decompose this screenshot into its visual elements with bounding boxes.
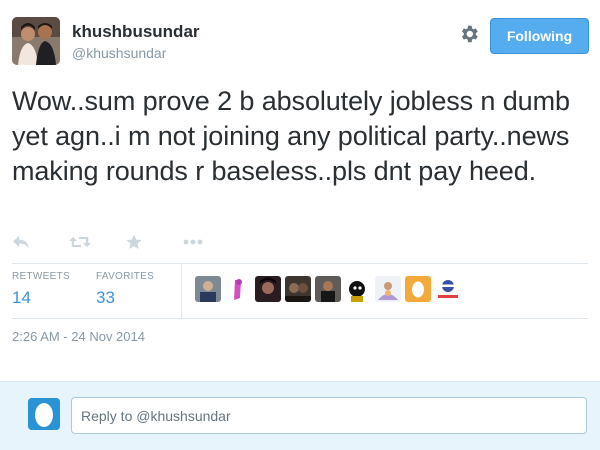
favorite-icon[interactable] (126, 232, 183, 252)
favoriter-avatar[interactable] (435, 276, 461, 302)
reply-input[interactable]: Reply to @khushsundar (71, 397, 587, 434)
tweet-timestamp[interactable]: 2:26 AM - 24 Nov 2014 (12, 329, 145, 344)
favoriter-avatar[interactable] (285, 276, 311, 302)
gear-icon[interactable] (458, 23, 480, 45)
stats-separator (181, 264, 182, 318)
tweet-text: Wow..sum prove 2 b absolutely jobless n … (12, 86, 570, 186)
reply-icon[interactable] (12, 232, 69, 252)
retweet-icon[interactable] (69, 232, 126, 252)
favorites-label: FAVORITES (96, 271, 155, 282)
tweet-header: khushbusundar @khushsundar Following (12, 17, 589, 69)
user-names: khushbusundar @khushsundar (72, 21, 200, 62)
favoriter-avatar[interactable] (195, 276, 221, 302)
reply-box: Reply to @khushsundar (0, 381, 600, 450)
favoriter-avatar[interactable] (255, 276, 281, 302)
retweets-stat[interactable]: RETWEETS 14 (12, 271, 70, 308)
favorites-stat[interactable]: FAVORITES 33 (96, 271, 154, 308)
favorites-count[interactable]: 33 (96, 288, 154, 308)
user-screen-name[interactable]: @khushsundar (72, 44, 200, 62)
reply-user-avatar (28, 398, 60, 430)
retweets-count[interactable]: 14 (12, 288, 70, 308)
user-full-name[interactable]: khushbusundar (72, 21, 200, 43)
divider (12, 318, 588, 319)
favoriter-avatar[interactable] (375, 276, 401, 302)
favoriter-avatar[interactable] (345, 276, 371, 302)
favoriter-avatar[interactable] (405, 276, 431, 302)
tweet-actions (12, 232, 240, 252)
favoriter-avatar[interactable] (225, 276, 251, 302)
more-icon[interactable] (183, 232, 240, 252)
favoriters-avatars (195, 276, 465, 302)
favoriter-avatar[interactable] (315, 276, 341, 302)
tweet-stats: RETWEETS 14 FAVORITES 33 (12, 264, 588, 318)
following-button[interactable]: Following (490, 18, 589, 54)
retweets-label: RETWEETS (12, 271, 70, 282)
user-avatar[interactable] (12, 17, 60, 65)
